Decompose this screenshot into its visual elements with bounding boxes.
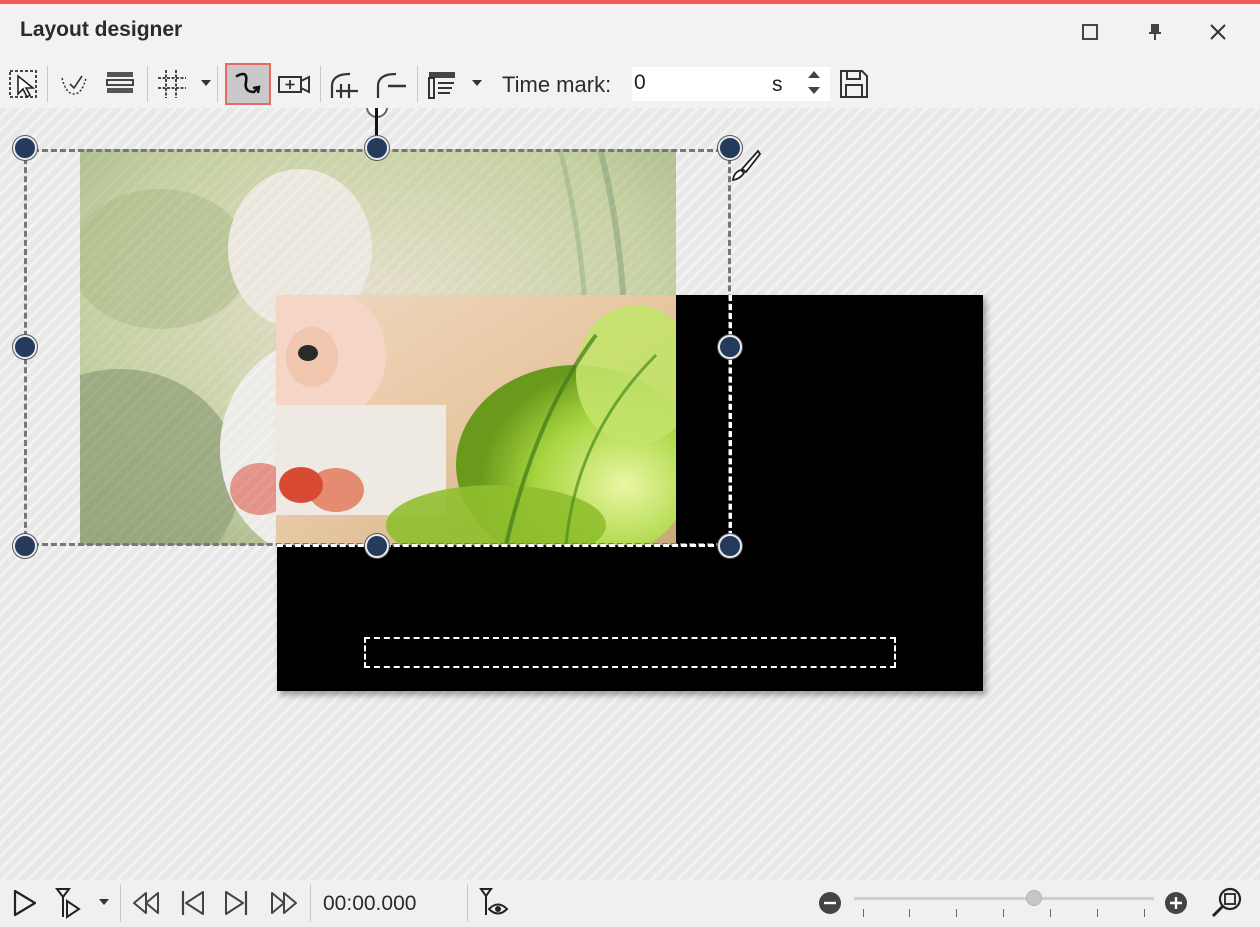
play-from-marker-icon	[55, 888, 81, 919]
playback-separator	[120, 884, 121, 922]
zoom-out-button[interactable]	[817, 885, 843, 921]
remove-keyframe-icon	[376, 72, 406, 98]
grid-dropdown-arrow[interactable]	[201, 80, 211, 86]
play-mode-dropdown-arrow[interactable]	[99, 899, 109, 905]
resize-handle-left[interactable]	[13, 335, 37, 359]
zoom-tick	[1144, 909, 1145, 917]
align-icon	[428, 72, 455, 99]
zoom-tick	[909, 909, 910, 917]
close-icon	[1210, 24, 1226, 40]
timecode-display: 00:00.000	[323, 892, 417, 915]
pin-button[interactable]	[1139, 16, 1171, 48]
text-placeholder-box[interactable]	[364, 637, 896, 668]
close-button[interactable]	[1202, 16, 1234, 48]
resize-handle-bottom-left[interactable]	[13, 534, 37, 558]
resize-handle-bottom-right[interactable]	[718, 534, 742, 558]
motion-path-icon	[235, 72, 261, 94]
zoom-out-icon	[819, 892, 841, 914]
zoom-tick	[1097, 909, 1098, 917]
layers-icon	[106, 72, 134, 93]
brush-icon	[731, 149, 762, 182]
save-icon	[840, 70, 868, 98]
grid-icon	[158, 70, 186, 98]
maximize-button[interactable]	[1074, 16, 1106, 48]
layers-button[interactable]	[102, 64, 138, 104]
zoom-slider-thumb[interactable]	[1026, 890, 1042, 906]
zoom-tick	[1003, 909, 1004, 917]
fast-forward-icon	[271, 892, 297, 914]
add-keyframe-icon	[330, 72, 358, 98]
title-bar: Layout designer	[0, 4, 1260, 60]
rotate-handle-stem	[375, 108, 378, 138]
select-region-icon	[9, 70, 37, 99]
time-mark-input[interactable]	[632, 67, 830, 101]
playback-separator	[310, 884, 311, 922]
brush-edit-button[interactable]	[728, 148, 762, 182]
time-mark-label: Time mark:	[502, 72, 612, 97]
rewind-button[interactable]	[128, 885, 164, 921]
zoom-tick	[956, 909, 957, 917]
resize-handle-top-left[interactable]	[13, 136, 37, 160]
time-mark-value[interactable]: 0	[634, 71, 646, 95]
playback-bar: 00:00.000	[0, 880, 1260, 927]
pin-icon	[1149, 24, 1161, 40]
add-keyframe-button[interactable]	[326, 64, 364, 104]
fast-forward-button[interactable]	[266, 885, 302, 921]
rewind-icon	[133, 892, 159, 914]
time-mark-spin-down[interactable]	[808, 87, 820, 94]
playback-separator	[467, 884, 468, 922]
zoom-fit-icon	[1211, 887, 1242, 918]
time-mark-spin-up[interactable]	[808, 71, 820, 78]
select-region-button[interactable]	[6, 64, 42, 104]
window-title: Layout designer	[20, 18, 183, 41]
next-frame-icon	[225, 891, 248, 915]
resize-handle-top[interactable]	[365, 136, 389, 160]
maximize-icon	[1082, 24, 1098, 40]
curve-path-icon	[61, 75, 87, 95]
layout-canvas[interactable]	[0, 108, 1260, 880]
preview-eye-button[interactable]	[474, 885, 514, 921]
zoom-in-icon	[1165, 892, 1187, 914]
toolbar-separator	[217, 66, 218, 102]
preview-eye-icon	[479, 888, 509, 915]
remove-keyframe-button[interactable]	[372, 64, 410, 104]
previous-frame-button[interactable]	[174, 885, 210, 921]
play-button[interactable]	[6, 885, 42, 921]
resize-handle-bottom[interactable]	[365, 534, 389, 558]
zoom-slider-track[interactable]	[854, 897, 1154, 900]
motion-path-button[interactable]	[225, 63, 271, 105]
align-button[interactable]	[424, 64, 460, 104]
curve-path-button[interactable]	[56, 64, 92, 104]
time-mark-unit: s	[772, 73, 783, 96]
zoom-fit-button[interactable]	[1208, 885, 1246, 921]
previous-frame-icon	[181, 891, 204, 915]
grid-button[interactable]	[154, 64, 190, 104]
toolbar-separator	[320, 66, 321, 102]
toolbar-separator	[417, 66, 418, 102]
zoom-tick	[1050, 909, 1051, 917]
camera-icon	[278, 75, 310, 94]
play-icon	[13, 889, 37, 917]
save-button[interactable]	[836, 64, 872, 104]
zoom-tick	[863, 909, 864, 917]
toolbar: Time mark: 0 s	[0, 60, 1260, 108]
toolbar-separator	[47, 66, 48, 102]
next-frame-button[interactable]	[219, 885, 255, 921]
selection-outline[interactable]	[24, 149, 731, 546]
resize-handle-right[interactable]	[718, 335, 742, 359]
align-dropdown-arrow[interactable]	[472, 80, 482, 86]
zoom-in-button[interactable]	[1163, 885, 1189, 921]
camera-button[interactable]	[276, 64, 312, 104]
play-from-marker-button[interactable]	[48, 885, 88, 921]
toolbar-separator	[147, 66, 148, 102]
